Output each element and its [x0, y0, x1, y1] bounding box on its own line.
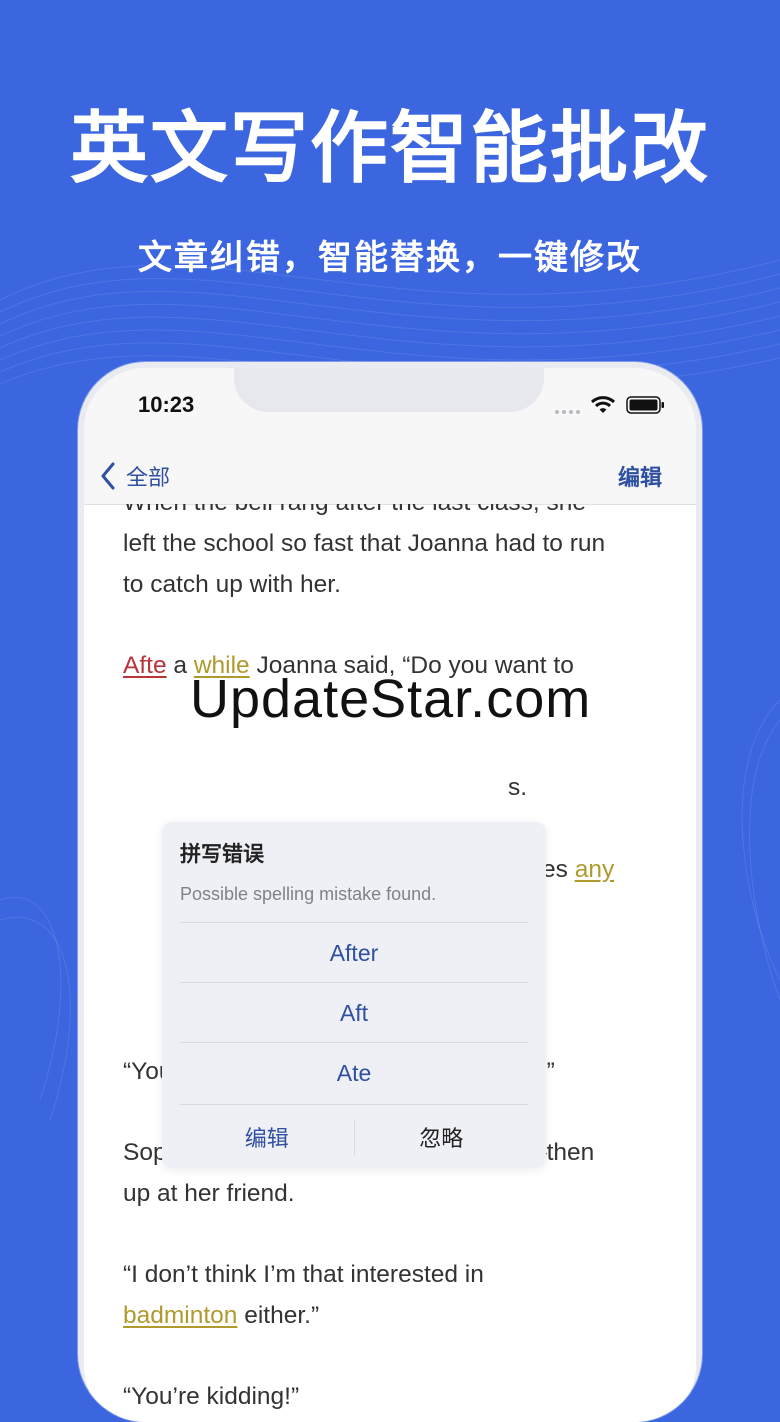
spelling-popup: 拼写错误 Possible spelling mistake found. Af… [162, 822, 546, 1168]
signal-icon [555, 410, 580, 414]
spelling-error-word[interactable]: Afte [123, 652, 167, 679]
doc-line: left the school so fast that Joanna had … [123, 530, 606, 557]
doc-line: to catch up with her. [123, 571, 341, 598]
status-time: 10:23 [138, 392, 195, 417]
suggestion-option[interactable]: Aft [180, 982, 528, 1043]
status-bar: 10:23 [84, 368, 696, 448]
popup-description: Possible spelling mistake found. [180, 884, 437, 904]
phone-frame: 10:23 全部 编辑 left the school so fast that… [78, 362, 702, 1422]
popup-title: 拼写错误 [180, 842, 264, 866]
style-suggestion-word[interactable]: any [575, 856, 615, 883]
suggestion-option[interactable]: Ate [180, 1042, 528, 1103]
suggestion-option[interactable]: After [180, 922, 528, 983]
back-button[interactable]: 全部 [100, 448, 170, 504]
popup-actions: 编辑 忽略 [180, 1104, 528, 1169]
subheadline: 文章纠错，智能替换，一键修改 [138, 238, 642, 278]
style-suggestion-word[interactable]: badminton [123, 1302, 237, 1329]
popup-edit-button[interactable]: 编辑 [180, 1105, 354, 1169]
phone-notch [234, 368, 544, 412]
battery-icon [626, 396, 664, 414]
popup-ignore-button[interactable]: 忽略 [355, 1105, 529, 1169]
edit-button[interactable]: 编辑 [618, 448, 662, 504]
watermark: UpdateStar.com [190, 669, 592, 729]
chevron-left-icon [101, 462, 115, 490]
doc-line: When the bell rang after the last class,… [123, 504, 663, 523]
doc-paragraph: badminton either.” [123, 1302, 320, 1329]
document-content: When the bell rang after the last class,… [123, 504, 663, 1422]
navigation-bar: 全部 编辑 [84, 448, 696, 505]
doc-line: “You’re kidding!” [123, 1383, 300, 1410]
doc-line: “I don’t think I’m that interested in [123, 1261, 484, 1288]
wifi-icon [590, 396, 616, 413]
phone-screen: 10:23 全部 编辑 left the school so fast that… [84, 368, 696, 1422]
headline: 英文写作智能批改 [69, 104, 710, 194]
doc-line: up at her friend. [123, 1180, 295, 1207]
doc-fragment: s. [508, 774, 528, 801]
back-label: 全部 [126, 466, 171, 491]
